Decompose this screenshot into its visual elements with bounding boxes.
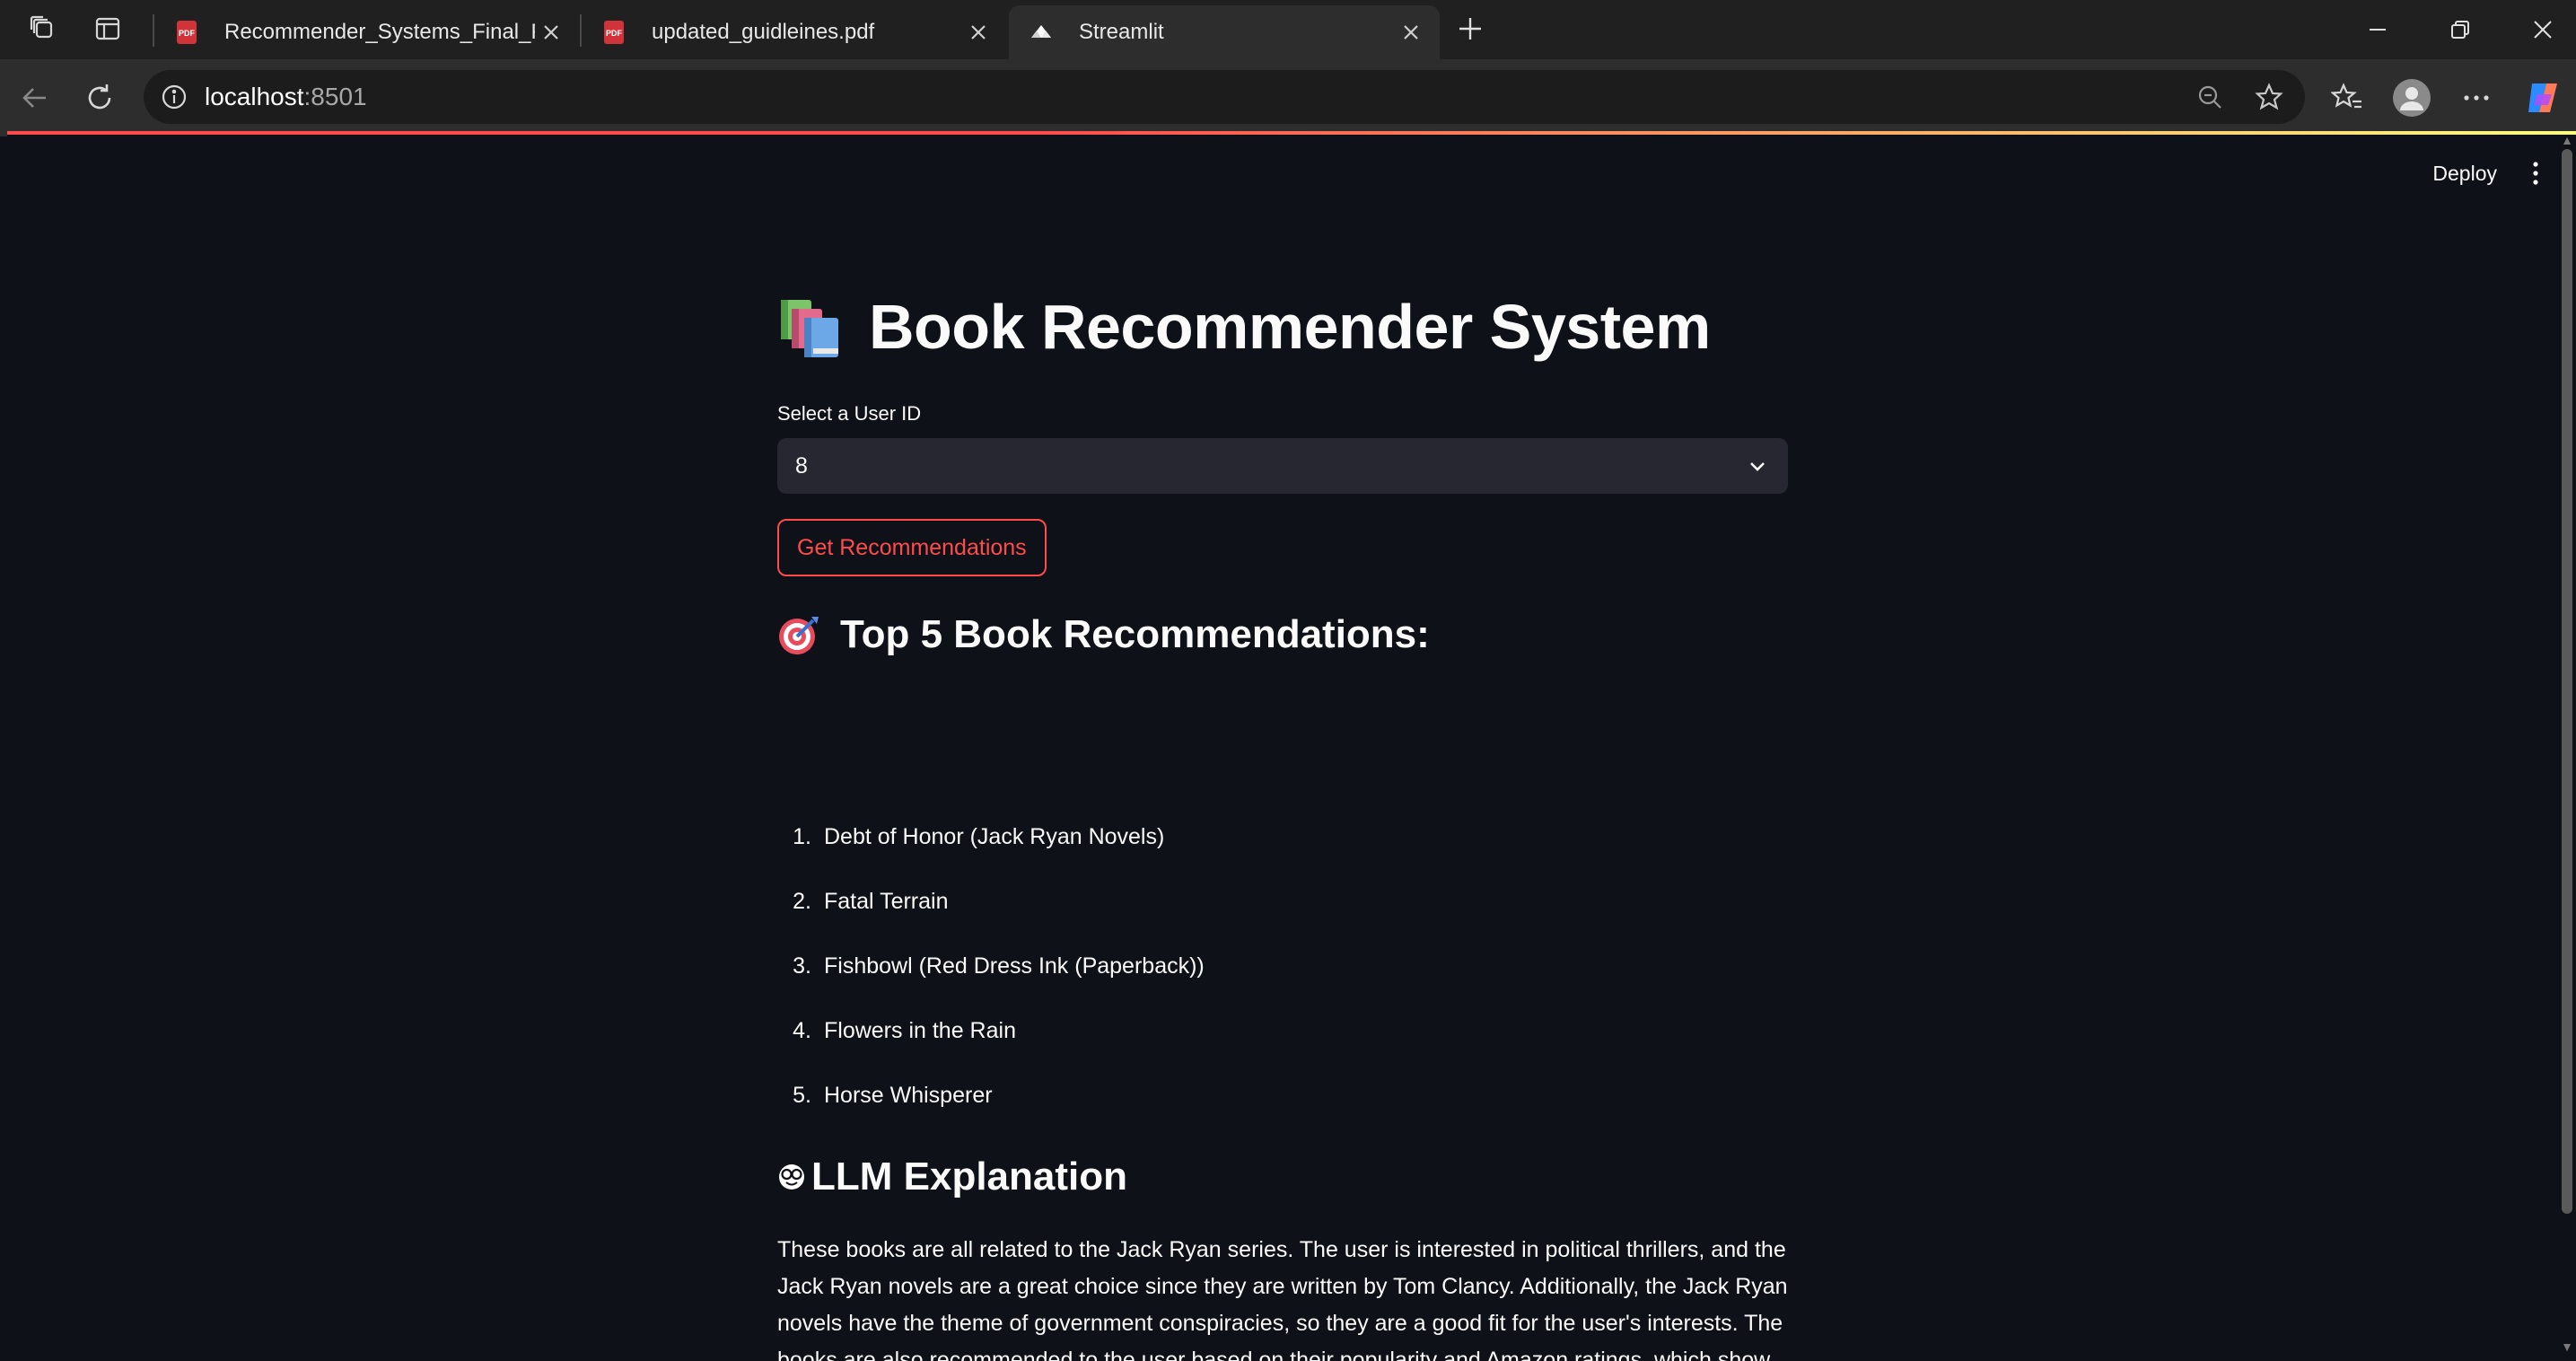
favorites-icon[interactable]	[2326, 77, 2368, 119]
site-info-icon[interactable]	[156, 79, 192, 115]
select-label: Select a User ID	[777, 402, 922, 425]
dart-target-icon	[779, 617, 819, 654]
new-tab-icon[interactable]	[1454, 13, 1486, 45]
explanation-heading-text: LLM Explanation	[811, 1155, 1127, 1199]
scroll-up-arrow-icon[interactable]: ▲	[2560, 133, 2574, 147]
streamlit-app: Deploy ▲ ▼ Book Recommender System Selec…	[7, 131, 2576, 1361]
scrollbar[interactable]	[2562, 149, 2572, 1214]
close-window-icon[interactable]	[2502, 0, 2576, 59]
list-number: 3.	[793, 953, 811, 979]
page-title: Book Recommender System	[777, 291, 1711, 363]
book-title: Flowers in the Rain	[824, 1018, 1016, 1043]
recommendations-heading-text: Top 5 Book Recommendations:	[840, 612, 1430, 656]
svg-text:PDF: PDF	[606, 29, 623, 38]
book-title: Debt of Honor (Jack Ryan Novels)	[824, 824, 1165, 849]
address-bar[interactable]: localhost:8501	[144, 70, 2305, 124]
close-icon[interactable]	[535, 16, 567, 48]
title-text: Book Recommender System	[869, 292, 1711, 362]
book-title: Fatal Terrain	[824, 889, 949, 914]
book-title: Fishbowl (Red Dress Ink (Paperback))	[824, 953, 1205, 979]
favorite-star-icon[interactable]	[2251, 79, 2287, 115]
scroll-down-arrow-icon[interactable]: ▼	[2560, 1339, 2574, 1354]
close-icon[interactable]	[962, 16, 994, 48]
back-arrow-icon[interactable]	[14, 77, 56, 119]
tab-title: Streamlit	[1079, 20, 1164, 44]
pdf-icon: PDF	[177, 21, 197, 44]
svg-text:PDF: PDF	[179, 29, 196, 38]
list-number: 5.	[793, 1083, 811, 1108]
tab-title: updated_guidleines.pdf	[652, 20, 875, 44]
vertical-tabs-icon[interactable]	[92, 13, 124, 45]
browser-tab-bar: PDF Recommender_Systems_Final_Pro PDF up…	[0, 0, 2576, 59]
tab-streamlit[interactable]: Streamlit	[1009, 5, 1440, 59]
close-icon[interactable]	[1395, 16, 1427, 48]
more-options-icon[interactable]	[2456, 77, 2497, 119]
book-title: Horse Whisperer	[824, 1083, 993, 1108]
tab-guidelines-pdf[interactable]: PDF updated_guidleines.pdf	[582, 5, 1007, 59]
explanation-heading: LLM Explanation	[777, 1155, 1127, 1199]
zoom-out-icon[interactable]	[2192, 79, 2228, 115]
url-host: localhost	[205, 83, 304, 110]
user-id-select[interactable]: 8	[777, 438, 1788, 494]
streamlit-icon	[1031, 25, 1051, 38]
deploy-button[interactable]: Deploy	[2432, 162, 2497, 186]
tab-title: Recommender_Systems_Final_Pro	[224, 20, 535, 44]
url-text: localhost:8501	[205, 83, 367, 111]
get-recommendations-button[interactable]: Get Recommendations	[777, 519, 1047, 576]
recommendations-heading: Top 5 Book Recommendations:	[777, 612, 1430, 657]
tab-recommender-pdf[interactable]: PDF Recommender_Systems_Final_Pro	[154, 5, 580, 59]
list-item: 4. Flowers in the Rain	[777, 1018, 1788, 1044]
minimize-icon[interactable]	[2337, 0, 2418, 59]
header-decoration-bar	[7, 131, 2576, 135]
books-emoji-icon	[781, 300, 838, 357]
browser-toolbar: localhost:8501	[0, 59, 2576, 136]
list-item: 2. Fatal Terrain	[777, 889, 1788, 915]
main-menu-icon[interactable]	[2522, 158, 2549, 189]
workspaces-icon[interactable]	[27, 13, 59, 45]
list-item: 1. Debt of Honor (Jack Ryan Novels)	[777, 824, 1788, 850]
pdf-icon: PDF	[604, 21, 624, 44]
explanation-text: These books are all related to the Jack …	[777, 1237, 1788, 1361]
profile-avatar-icon[interactable]	[2391, 77, 2432, 119]
list-item: 3. Fishbowl (Red Dress Ink (Paperback))	[777, 953, 1788, 979]
select-value: 8	[795, 452, 808, 479]
list-item: 5. Horse Whisperer	[777, 1083, 1788, 1109]
chevron-down-icon[interactable]	[1743, 452, 1772, 480]
restore-icon[interactable]	[2420, 0, 2501, 59]
refresh-icon[interactable]	[79, 77, 120, 119]
copilot-icon[interactable]	[2522, 77, 2563, 119]
nerd-face-icon	[779, 1164, 804, 1190]
url-port: :8501	[303, 83, 367, 110]
list-number: 2.	[793, 889, 811, 914]
list-number: 1.	[793, 824, 811, 849]
list-number: 4.	[793, 1018, 811, 1043]
